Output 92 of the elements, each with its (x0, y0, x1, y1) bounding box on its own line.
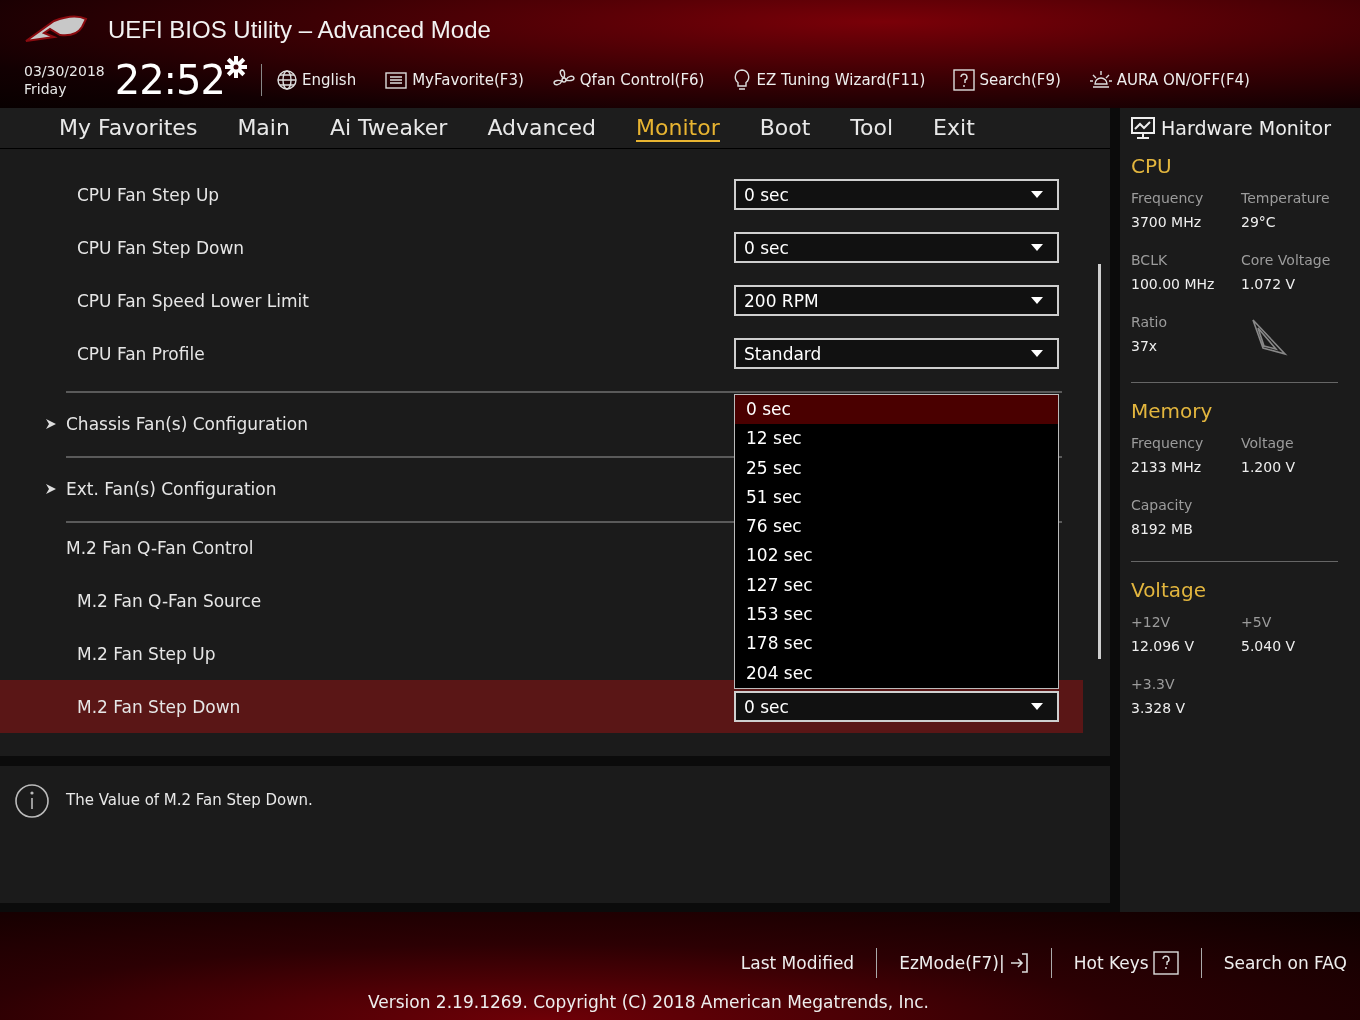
toolbar-button[interactable]: English (276, 69, 357, 91)
sensor-value: 12.096 V (1131, 638, 1195, 654)
sensor-value: 2133 MHz (1131, 459, 1203, 475)
scrollbar[interactable] (1098, 264, 1101, 659)
question-icon (953, 69, 976, 91)
section-title: CPU (1131, 154, 1173, 178)
footer-link[interactable]: EzMode(F7)| (899, 952, 1029, 974)
menu-tab[interactable]: Advanced (487, 114, 597, 142)
sensor-value: 29°C (1241, 214, 1277, 230)
menu-tab[interactable]: Monitor (636, 114, 720, 142)
dropdown-option[interactable]: 76 sec (735, 512, 1058, 542)
caret-icon (1031, 350, 1043, 357)
dropdown-field[interactable]: Standard (734, 338, 1059, 369)
sensor-value: 1.072 V (1241, 276, 1297, 292)
sensor-value: 5.040 V (1241, 638, 1297, 654)
setting-label[interactable]: Ext. Fan(s) Configuration (66, 478, 277, 499)
sensor-value: 3700 MHz (1131, 214, 1203, 230)
monitor-icon (1131, 117, 1155, 139)
caret-icon (1031, 244, 1043, 251)
setting-label: CPU Fan Speed Lower Limit (77, 290, 309, 311)
help-text: The Value of M.2 Fan Step Down. (66, 791, 313, 809)
setting-label: M.2 Fan Q-Fan Control (66, 537, 254, 558)
globe-icon (276, 69, 298, 91)
toolbar-button[interactable]: EZ Tuning Wizard(F11) (732, 68, 926, 92)
dropdown-field[interactable]: 200 RPM (734, 285, 1059, 316)
dropdown-field[interactable]: 0 sec (734, 691, 1059, 722)
sensor-label: Ratio (1131, 314, 1168, 330)
date-text: 03/30/2018 (24, 62, 105, 80)
menu-tab[interactable]: My Favorites (59, 114, 198, 142)
caret-icon (1031, 703, 1043, 710)
setting-label[interactable]: Chassis Fan(s) Configuration (66, 413, 308, 434)
sensor-label: +12V (1131, 614, 1172, 630)
version-text: Version 2.19.1269. Copyright (C) 2018 American Megatrends, Inc. (367, 992, 930, 1012)
dropdown-option[interactable]: 25 sec (735, 453, 1058, 483)
panel-title: Hardware Monitor (1161, 117, 1331, 139)
chevron-icon (46, 418, 56, 429)
dropdown-field[interactable]: 0 sec (734, 232, 1059, 263)
sensor-label: Voltage (1241, 435, 1295, 451)
setting-label: M.2 Fan Step Down (77, 696, 241, 717)
section-title: Voltage (1131, 578, 1208, 602)
clock-time: 22:52 (114, 57, 225, 103)
sensor-label: Frequency (1131, 435, 1205, 451)
sensor-label: BCLK (1131, 252, 1169, 268)
toolbar-button[interactable]: AURA ON/OFF(F4) (1088, 68, 1250, 92)
toolbar-button[interactable]: Search(F9) (953, 69, 1061, 91)
dropdown-option[interactable]: 178 sec (735, 629, 1058, 659)
caret-icon (1031, 191, 1043, 198)
toolbar-button[interactable]: MyFavorite(F3) (384, 70, 524, 90)
sensor-value: 1.200 V (1241, 459, 1297, 475)
info-icon (14, 783, 50, 819)
footer-link[interactable]: Hot Keys (1073, 951, 1179, 975)
dropdown-option[interactable]: 0 sec (735, 395, 1058, 425)
menu-tab[interactable]: Exit (933, 114, 975, 142)
settings-icon[interactable] (225, 56, 247, 78)
list-icon (384, 70, 409, 90)
setting-label: CPU Fan Profile (77, 343, 205, 364)
sensor-label: +3.3V (1131, 676, 1176, 692)
sensor-label: Temperature (1241, 190, 1331, 206)
footer-link[interactable]: Search on FAQ (1223, 953, 1347, 973)
sensor-label: Frequency (1131, 190, 1205, 206)
setting-label: CPU Fan Step Up (77, 184, 220, 205)
dropdown-option[interactable]: 102 sec (735, 541, 1058, 571)
setting-label: M.2 Fan Q-Fan Source (77, 590, 262, 611)
menu-tab[interactable]: Ai Tweaker (329, 114, 448, 142)
dropdown-option[interactable]: 51 sec (735, 482, 1058, 513)
sensor-value: 37x (1131, 338, 1159, 354)
dropdown-option[interactable]: 153 sec (735, 600, 1058, 630)
sensor-label: +5V (1241, 614, 1273, 630)
window-title: UEFI BIOS Utility – Advanced Mode (108, 16, 491, 44)
setting-row[interactable]: M.2 Fan Step Down 0 sec (0, 680, 1083, 733)
toolbar-button[interactable]: Qfan Control(F6) (551, 68, 705, 92)
menu-tab[interactable]: Main (237, 114, 290, 142)
section-title: Memory (1131, 399, 1214, 423)
menu-tab[interactable]: Tool (850, 114, 894, 142)
sensor-value: 8192 MB (1131, 521, 1194, 537)
menu-tab[interactable]: Boot (759, 114, 811, 142)
chevron-icon (46, 483, 56, 494)
day-text: Friday (24, 80, 68, 98)
dropdown-option[interactable]: 12 sec (735, 424, 1058, 454)
sensor-label: Core Voltage (1241, 252, 1332, 268)
logo-icon (24, 15, 88, 45)
dropdown-field[interactable]: 0 sec (734, 179, 1059, 210)
sensor-value: 3.328 V (1131, 700, 1187, 716)
footer-link[interactable]: Last Modified (740, 953, 855, 973)
dropdown-option[interactable]: 127 sec (735, 570, 1058, 601)
caret-icon (1031, 297, 1043, 304)
sensor-value: 100.00 MHz (1131, 276, 1216, 292)
exit-icon (1008, 952, 1029, 974)
setting-label: CPU Fan Step Down (77, 237, 245, 258)
sensor-label: Capacity (1131, 497, 1194, 513)
setting-label: M.2 Fan Step Up (77, 643, 216, 664)
question-icon (1152, 951, 1179, 975)
